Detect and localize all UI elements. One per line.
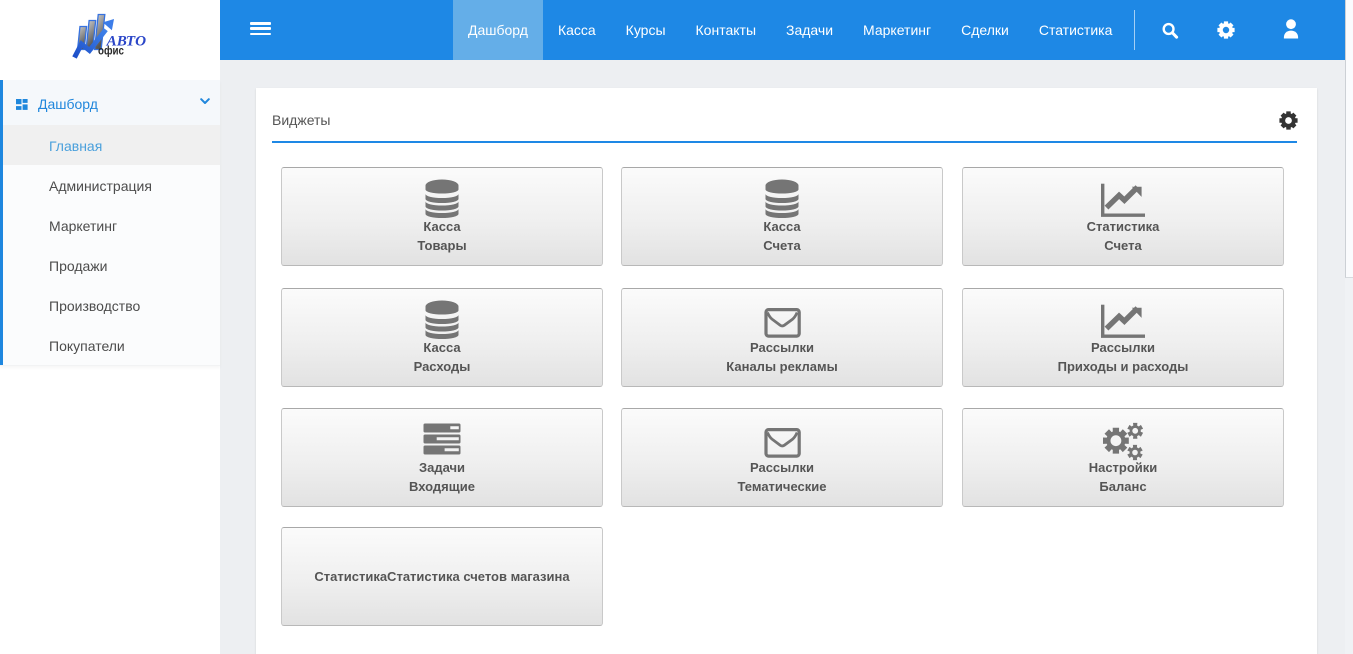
svg-text:офис: офис <box>98 44 124 58</box>
